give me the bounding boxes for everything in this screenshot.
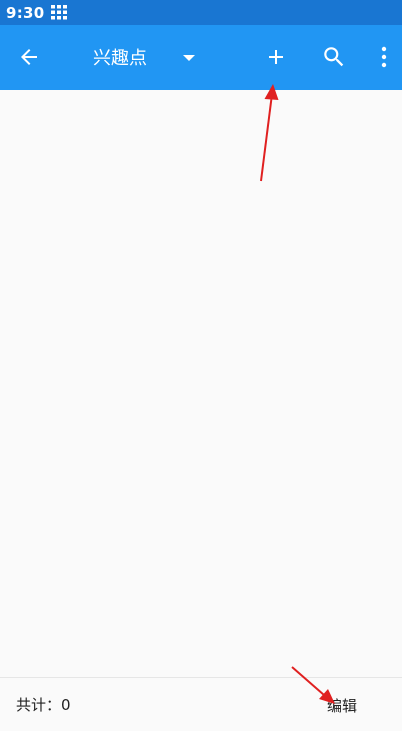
more-vert-icon <box>381 46 387 68</box>
page-title: 兴趣点 <box>93 48 147 69</box>
bottom-bar: 共计： 0 编辑 <box>0 677 402 730</box>
total-count-wrap: 共计： 0 <box>16 678 71 731</box>
status-time: 9:30 <box>6 3 45 22</box>
back-button[interactable] <box>9 37 49 77</box>
total-label: 共计： <box>16 696 62 714</box>
title-dropdown-button[interactable] <box>178 47 200 69</box>
status-bar: 9:30 <box>0 0 402 25</box>
add-button[interactable] <box>256 37 296 77</box>
search-button[interactable] <box>314 37 354 77</box>
search-icon <box>324 47 344 67</box>
total-count: 0 <box>61 695 71 714</box>
grid-icon <box>50 5 67 20</box>
more-options-button[interactable] <box>368 37 400 77</box>
plus-icon <box>269 50 283 64</box>
caret-down-icon <box>183 55 195 61</box>
arrow-left-icon <box>21 49 37 65</box>
poi-list-area <box>0 90 402 677</box>
page-title-wrap[interactable]: 兴趣点 <box>93 37 147 77</box>
edit-button[interactable]: 编辑 <box>318 686 366 724</box>
app-bar: 兴趣点 <box>0 25 402 90</box>
